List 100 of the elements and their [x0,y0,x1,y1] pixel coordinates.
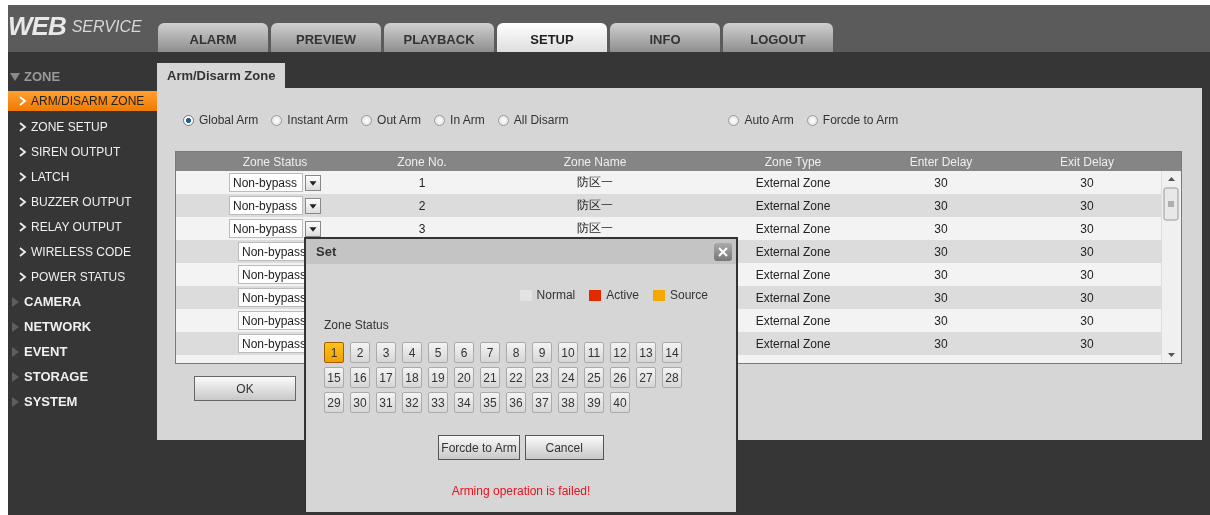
ok-button[interactable]: OK [194,376,296,401]
zone-button[interactable]: 28 [662,367,682,388]
table-cell: 30 [934,221,948,236]
table-cell: 防区一 [577,175,613,189]
zone-button[interactable]: 35 [480,392,500,413]
radio-button[interactable] [183,114,194,126]
nav-tab[interactable]: PREVIEW [271,23,381,52]
table-cell: 30 [934,313,948,328]
radio-button[interactable] [434,114,446,126]
zone-button[interactable]: 3 [376,342,396,363]
logo-text: WEB [8,11,66,42]
zone-button[interactable]: 29 [324,392,344,413]
zone-button[interactable]: 32 [402,392,422,413]
zone-button[interactable]: 9 [532,342,552,363]
dialog-title: Set [316,244,337,259]
zone-button[interactable]: 6 [454,342,474,363]
sidebar-item[interactable]: LATCH [8,164,157,189]
caret-right-icon[interactable] [10,296,20,307]
zone-button[interactable]: 36 [506,392,526,413]
nav-tab[interactable]: PLAYBACK [384,23,494,52]
radio-button[interactable] [728,114,740,126]
sidebar-item[interactable]: WIRELESS CODE [8,239,157,264]
sidebar-group[interactable]: ZONE [24,69,61,84]
close-button[interactable] [714,242,732,261]
zone-button[interactable]: 2 [350,342,370,363]
zone-button[interactable]: 7 [480,342,500,363]
table-cell: 防区一 [577,198,613,212]
zone-button[interactable]: 12 [610,342,630,363]
zone-button[interactable]: 20 [454,367,474,388]
zone-button[interactable]: 40 [610,392,630,413]
scrollbar[interactable] [1161,171,1181,363]
zone-button[interactable]: 8 [506,342,526,363]
sidebar-item[interactable]: BUZZER OUTPUT [8,189,157,214]
zone-button[interactable]: 38 [558,392,578,413]
radio-button[interactable] [271,114,283,126]
radio-button[interactable] [497,114,509,126]
radio-label: Auto Arm [744,113,794,127]
sidebar-group[interactable]: SYSTEM [24,394,78,409]
nav-tab[interactable]: INFO [610,23,720,52]
zone-button[interactable]: 34 [454,392,474,413]
nav-tab[interactable]: SETUP [497,23,607,52]
force-arm-button[interactable]: Forcde to Arm [438,435,520,460]
sidebar-item[interactable]: ARM/DISARM ZONE [8,91,157,111]
zone-button[interactable]: 19 [428,367,448,388]
sidebar-item[interactable]: ZONE SETUP [8,114,157,139]
caret-right-icon[interactable] [10,321,20,332]
cancel-button[interactable]: Cancel [524,435,604,460]
zone-button[interactable]: 22 [506,367,526,388]
table-cell: External Zone [755,336,831,351]
zone-button[interactable]: 26 [610,367,630,388]
sidebar-item[interactable]: SIREN OUTPUT [8,139,157,164]
close-icon [718,246,728,257]
zone-button[interactable]: 17 [376,367,396,388]
zone-button[interactable]: 24 [558,367,578,388]
sidebar-item[interactable]: RELAY OUTPUT [8,214,157,239]
table-cell: External Zone [755,175,831,190]
zone-button[interactable]: 23 [532,367,552,388]
sidebar-group[interactable]: EVENT [24,344,68,359]
table-cell: 30 [1080,267,1094,282]
nav-tab[interactable]: LOGOUT [723,23,833,52]
radio-button[interactable] [806,114,818,126]
zone-button[interactable]: 30 [350,392,370,413]
table-cell: 30 [934,267,948,282]
table-cell: External Zone [755,267,831,282]
zone-button[interactable]: 39 [584,392,604,413]
radio-label: Out Arm [377,113,422,127]
zone-button[interactable]: 1 [324,342,344,363]
radio-label: Instant Arm [287,113,349,127]
zone-button[interactable]: 14 [662,342,682,363]
zone-button[interactable]: 15 [324,367,344,388]
sidebar-group[interactable]: NETWORK [24,319,92,334]
caret-right-icon[interactable] [10,371,20,382]
sidebar-group[interactable]: CAMERA [24,294,82,309]
caret-down-icon[interactable] [10,71,20,82]
table-cell: 30 [1080,221,1094,236]
zone-button[interactable]: 33 [428,392,448,413]
table-cell: 30 [1080,175,1094,190]
zone-button[interactable]: 31 [376,392,396,413]
radio-button[interactable] [361,114,373,126]
zone-button[interactable]: 27 [636,367,656,388]
zone-button[interactable]: 37 [532,392,552,413]
zone-button[interactable]: 18 [402,367,422,388]
zone-button[interactable]: 16 [350,367,370,388]
radio-label: All Disarm [513,113,569,127]
sidebar-item[interactable]: POWER STATUS [8,264,157,289]
nav-tab[interactable]: ALARM [158,23,268,52]
sidebar-group[interactable]: STORAGE [24,369,89,384]
zone-button[interactable]: 13 [636,342,656,363]
zone-button[interactable]: 21 [480,367,500,388]
table-cell: 30 [934,336,948,351]
zone-button[interactable]: 5 [428,342,448,363]
column-header: Enter Delay [908,154,974,169]
zone-button[interactable]: 11 [584,342,604,363]
zone-button[interactable]: 4 [402,342,422,363]
zone-button[interactable]: 25 [584,367,604,388]
zone-button[interactable]: 10 [558,342,578,363]
page-tab[interactable]: Arm/Disarm Zone [157,63,286,88]
caret-right-icon[interactable] [10,346,20,357]
caret-right-icon[interactable] [10,396,20,407]
legend-label: Active [606,288,639,302]
